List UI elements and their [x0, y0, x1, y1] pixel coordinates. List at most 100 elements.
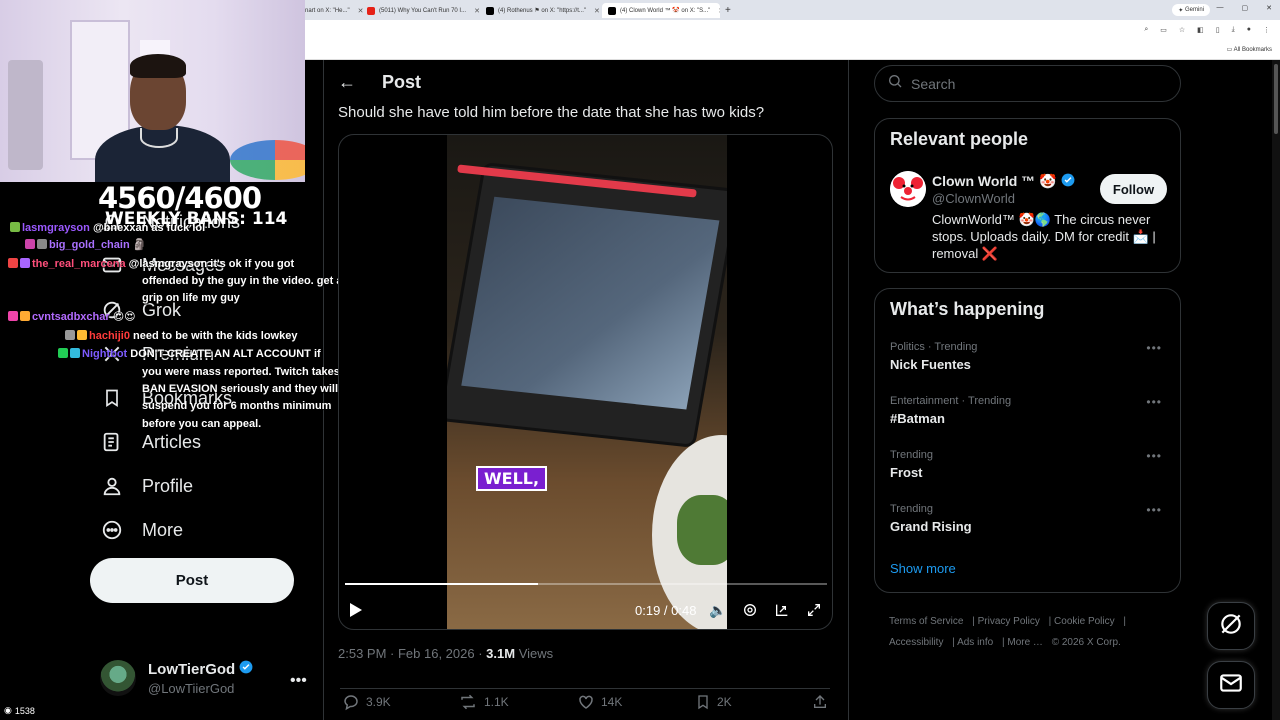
download-icon[interactable]: ⤓	[1232, 26, 1235, 34]
chat-message: big_gold_chain 🗿	[25, 237, 146, 254]
scrollbar[interactable]	[1272, 60, 1280, 720]
chat-message-cont: you were mass reported. Twitch takes	[142, 366, 340, 378]
all-bookmarks[interactable]: ▭ All Bookmarks	[1227, 46, 1272, 53]
cookie-link[interactable]: Cookie Policy	[1054, 616, 1115, 627]
x-icon	[486, 6, 494, 15]
browser-tab-bar: nart on X: "He..." ✕ (5011) Why You Can't…	[305, 0, 1280, 20]
window-controls: — ▢ ✕	[1217, 4, 1273, 12]
bookmark-button[interactable]: 2K	[695, 693, 732, 711]
profile-avatar[interactable]: ●	[1247, 26, 1251, 34]
menu-icon[interactable]: ⋮	[1263, 26, 1270, 34]
gemini-button[interactable]: ✦ Gemini	[1172, 4, 1210, 16]
rug	[230, 140, 305, 180]
sidebar-icon[interactable]: ▯	[1216, 26, 1220, 34]
more-icon[interactable]: •••	[1146, 395, 1162, 409]
video-progress-fill	[345, 583, 538, 585]
trend-item[interactable]: Entertainment · Trending #Batman •••	[890, 395, 1170, 426]
browser-tab-active[interactable]: (4) Clown World ™ 🤡 on X: "S..."✕	[602, 3, 720, 18]
close-window-icon[interactable]: ✕	[1266, 4, 1272, 12]
scrollbar-thumb[interactable]	[1274, 64, 1278, 134]
more-icon[interactable]: •••	[1146, 341, 1162, 355]
panel-title: What’s happening	[890, 299, 1045, 319]
share-icon	[814, 695, 826, 708]
close-tab-icon[interactable]: ✕	[474, 7, 480, 15]
close-tab-icon[interactable]: ✕	[358, 7, 364, 15]
reply-button[interactable]: 3.9K	[342, 693, 391, 711]
pip-icon[interactable]	[771, 599, 793, 621]
close-tab-icon[interactable]: ✕	[594, 7, 600, 15]
more-icon[interactable]: •••	[1146, 503, 1162, 517]
viewer-count: ◉ 1538	[4, 705, 35, 716]
post-header: ← Post	[338, 72, 421, 93]
zoom-icon[interactable]: ⌕	[1144, 26, 1148, 34]
trend-item[interactable]: Politics · Trending Nick Fuentes •••	[890, 341, 1170, 372]
play-icon[interactable]	[345, 599, 367, 621]
streamer-hair	[130, 54, 186, 78]
browser-tab[interactable]: nart on X: "He..." ✕	[305, 3, 365, 18]
badge-icon	[20, 258, 30, 268]
show-more-link[interactable]: Show more	[890, 561, 956, 576]
person-icon	[100, 474, 124, 498]
account-more-icon[interactable]: •••	[290, 672, 307, 690]
nav-grok[interactable]: Grok	[100, 298, 181, 322]
search-box[interactable]	[874, 65, 1181, 102]
star-icon[interactable]: ☆	[1179, 26, 1185, 34]
minimize-icon[interactable]: —	[1217, 4, 1224, 12]
nav-profile[interactable]: Profile	[100, 474, 193, 498]
emote-icon: 🗿	[132, 239, 147, 251]
video-player[interactable]	[338, 134, 833, 630]
badge-icon	[77, 330, 87, 340]
back-arrow-icon[interactable]: ←	[338, 72, 356, 93]
new-tab-button[interactable]: +	[725, 3, 737, 18]
youtube-icon	[367, 6, 375, 15]
ads-link[interactable]: Ads info	[957, 637, 993, 648]
maximize-icon[interactable]: ▢	[1242, 4, 1249, 12]
account-switcher[interactable]: LowTierGod @LowTiierGod	[100, 660, 253, 696]
share-button[interactable]	[812, 693, 828, 711]
accessibility-link[interactable]: Accessibility	[889, 637, 943, 648]
badge-icon	[8, 311, 18, 321]
avatar[interactable]	[890, 171, 926, 207]
account-handle: @LowTiierGod	[148, 681, 235, 696]
more-icon[interactable]: •••	[1146, 449, 1162, 463]
extensions-icon[interactable]: ◧	[1197, 26, 1204, 34]
video-frame	[447, 135, 727, 629]
footer-more-link[interactable]: More …	[1007, 637, 1043, 648]
nav-bookmarks[interactable]: Bookmarks	[100, 386, 232, 410]
badge-icon	[8, 258, 18, 268]
trend-item[interactable]: Trending Grand Rising •••	[890, 503, 1170, 534]
repost-button[interactable]: 1.1K	[458, 693, 509, 711]
search-input[interactable]	[911, 75, 1161, 92]
envelope-icon	[1218, 670, 1244, 701]
nav-premium[interactable]: Premium	[100, 342, 214, 366]
food	[677, 495, 727, 565]
trend-item[interactable]: Trending Frost •••	[890, 449, 1170, 480]
cast-icon[interactable]: ▭	[1160, 26, 1167, 34]
terms-link[interactable]: Terms of Service	[889, 616, 963, 627]
chain	[140, 128, 178, 148]
address-bar[interactable]: ⌕ ▭ ☆ ◧ ▯ ⤓ ● ⋮	[305, 20, 1280, 42]
volume-icon[interactable]: 🔈	[707, 599, 729, 621]
nav-messages[interactable]: Messages	[100, 253, 224, 277]
post-button[interactable]: Post	[90, 558, 294, 603]
follow-button[interactable]: Follow	[1100, 174, 1167, 204]
fullscreen-icon[interactable]	[803, 599, 825, 621]
relevant-people-panel: Relevant people Clown World ™ 🤡 @ClownWo…	[874, 118, 1181, 273]
close-tab-icon[interactable]: ✕	[718, 7, 720, 15]
badge-icon	[37, 239, 47, 249]
grok-fab-button[interactable]	[1207, 602, 1255, 650]
nav-more[interactable]: More	[100, 518, 183, 542]
video-time: 0:19 / 0:48	[635, 602, 697, 618]
messages-fab-button[interactable]	[1207, 661, 1255, 709]
privacy-link[interactable]: Privacy Policy	[978, 616, 1040, 627]
like-button[interactable]: 14K	[577, 693, 622, 711]
settings-icon[interactable]	[739, 599, 761, 621]
search-icon	[887, 73, 903, 94]
browser-tab[interactable]: (5011) Why You Can't Run 70 I... ✕	[367, 3, 482, 18]
panel-title: Relevant people	[890, 129, 1029, 149]
account-name: LowTierGod	[148, 660, 236, 678]
browser-tab[interactable]: (4) Rothenus ⚑ on X: "https://t..." ✕	[486, 3, 601, 18]
folder-icon: ▭	[1226, 47, 1234, 53]
nav-articles[interactable]: Articles	[100, 430, 201, 454]
video-progress-bar[interactable]	[345, 583, 827, 585]
